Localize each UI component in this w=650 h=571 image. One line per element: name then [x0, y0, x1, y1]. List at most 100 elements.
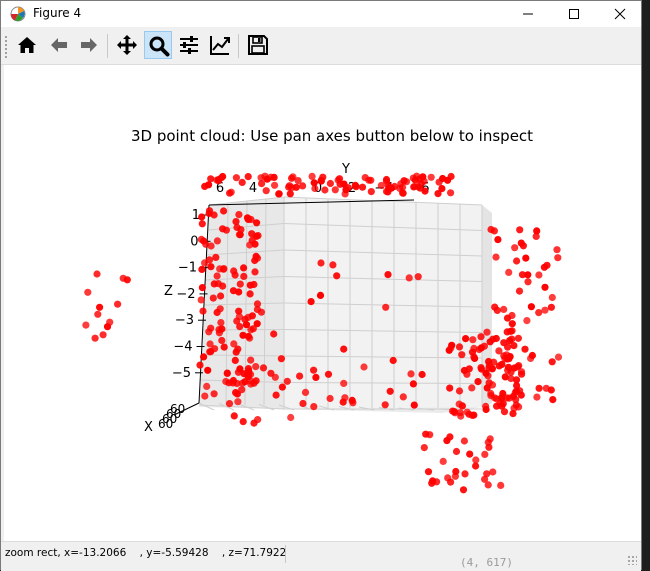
data-point: [384, 271, 392, 279]
data-point: [348, 396, 356, 404]
data-point: [533, 227, 541, 235]
data-point: [220, 265, 228, 273]
data-point: [523, 317, 531, 325]
data-point: [489, 335, 497, 343]
data-point: [222, 377, 230, 386]
data-point: [114, 300, 122, 308]
data-point: [382, 303, 390, 311]
data-point: [213, 272, 221, 280]
data-point: [527, 354, 535, 362]
data-point: [239, 418, 247, 426]
data-point: [410, 401, 418, 409]
data-point: [409, 380, 417, 388]
data-point: [84, 288, 92, 296]
figure-canvas[interactable]: 3D point cloud: Use pan axes button belo…: [4, 65, 641, 541]
data-point: [308, 172, 316, 180]
data-point: [485, 361, 493, 369]
data-point: [271, 373, 279, 381]
plot-title: 3D point cloud: Use pan axes button belo…: [131, 127, 533, 145]
zoom-button[interactable]: [144, 31, 172, 59]
data-point: [243, 214, 252, 222]
data-point: [257, 174, 265, 182]
data-point: [554, 254, 562, 262]
data-point: [317, 176, 325, 184]
magnifier-icon: [149, 36, 170, 57]
data-point: [339, 398, 347, 406]
data-point: [287, 413, 295, 422]
data-point: [238, 386, 246, 394]
data-point: [514, 334, 522, 342]
data-point: [250, 419, 258, 427]
minimize-button[interactable]: [505, 1, 551, 27]
data-point: [452, 467, 460, 476]
data-point: [210, 211, 218, 219]
data-point: [232, 389, 240, 397]
data-point: [248, 236, 256, 244]
data-point: [103, 323, 112, 331]
plot-3d-axes[interactable]: 3D point cloud: Use pan axes button belo…: [4, 65, 641, 541]
data-point: [484, 372, 492, 380]
data-point: [500, 339, 508, 347]
data-point: [212, 253, 220, 261]
data-point: [286, 190, 294, 198]
title-bar: Figure 4: [1, 1, 641, 27]
data-point: [429, 477, 437, 485]
data-point: [500, 305, 508, 313]
data-point: [446, 384, 454, 392]
data-point: [511, 244, 519, 252]
subplots-button[interactable]: [175, 31, 203, 59]
toolbar-grip[interactable]: [4, 35, 8, 59]
data-point: [489, 468, 497, 476]
data-point: [367, 176, 375, 184]
home-button[interactable]: [13, 31, 41, 59]
data-point: [230, 267, 238, 275]
save-button[interactable]: [244, 31, 272, 59]
maximize-button[interactable]: [551, 1, 597, 27]
data-point: [263, 175, 271, 183]
data-point: [198, 265, 206, 273]
data-point: [198, 213, 206, 221]
close-icon: [614, 8, 626, 20]
data-point: [527, 303, 536, 311]
data-point: [463, 370, 471, 378]
data-point: [484, 481, 492, 489]
data-point: [543, 261, 551, 269]
data-point: [426, 431, 434, 439]
data-point: [214, 280, 222, 288]
data-point: [503, 314, 512, 322]
data-point: [253, 219, 261, 227]
data-point: [407, 370, 415, 378]
data-point: [251, 268, 259, 276]
arrow-left-icon: [51, 38, 67, 52]
forward-button[interactable]: [75, 31, 103, 59]
data-point: [292, 183, 300, 191]
data-point: [548, 358, 556, 366]
data-point: [242, 321, 251, 329]
data-point: [233, 223, 241, 231]
data-point: [515, 287, 524, 295]
data-point: [213, 308, 221, 317]
window-title: Figure 4: [33, 6, 82, 20]
data-point: [329, 261, 337, 269]
data-point: [215, 326, 223, 334]
back-button[interactable]: [45, 31, 73, 59]
data-point: [307, 298, 315, 306]
data-point: [414, 273, 422, 281]
data-point: [463, 408, 471, 416]
close-button[interactable]: [597, 1, 643, 27]
data-point: [461, 470, 469, 478]
floppy-disk-icon: [248, 35, 268, 55]
data-point: [427, 173, 435, 181]
data-point: [196, 361, 204, 369]
data-point: [444, 474, 452, 482]
resize-grip[interactable]: [627, 555, 637, 565]
edit-axes-button[interactable]: [206, 31, 234, 59]
sliders-icon: [180, 36, 198, 54]
data-point: [492, 253, 500, 261]
data-point: [217, 319, 225, 327]
z-tick-label: −5: [172, 366, 191, 381]
data-point: [198, 220, 206, 228]
data-point: [201, 392, 209, 400]
pan-button[interactable]: [113, 31, 141, 59]
z-tick-label: −2: [176, 287, 195, 302]
